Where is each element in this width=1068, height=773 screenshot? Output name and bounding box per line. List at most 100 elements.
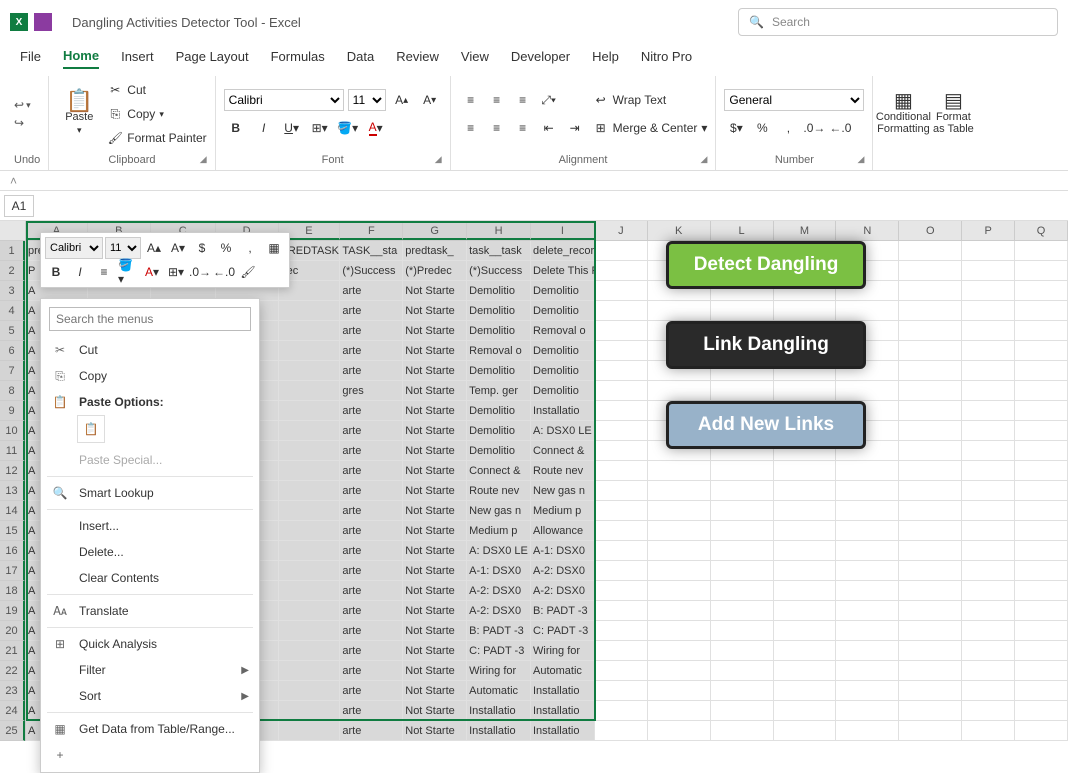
cell[interactable]: Wiring for [531, 641, 595, 661]
cell[interactable] [899, 561, 962, 581]
cell[interactable]: A-2: DSX0 [531, 561, 595, 581]
row-header-22[interactable]: 22 [0, 661, 25, 681]
ctx-more[interactable]: + [41, 742, 259, 768]
cell[interactable] [774, 541, 837, 561]
cell[interactable]: Demolitio [467, 421, 531, 441]
cell[interactable] [1015, 261, 1068, 281]
align-bottom-button[interactable]: ≡ [511, 89, 535, 111]
cell[interactable]: A-1: DSX0 [467, 561, 531, 581]
row-header-16[interactable]: 16 [0, 541, 25, 561]
cell[interactable] [711, 581, 774, 601]
cell[interactable] [774, 561, 837, 581]
row-header-19[interactable]: 19 [0, 601, 25, 621]
border-button[interactable]: ⊞▾ [308, 117, 332, 139]
cell[interactable] [1015, 421, 1068, 441]
row-header-18[interactable]: 18 [0, 581, 25, 601]
ctx-clear[interactable]: Clear Contents [41, 565, 259, 591]
redo-button[interactable]: ↪ [14, 116, 31, 130]
mini-italic[interactable]: I [69, 261, 91, 283]
cell[interactable] [711, 721, 774, 741]
cell[interactable]: A-2: DSX0 [467, 601, 531, 621]
ctx-quick-analysis[interactable]: ⊞Quick Analysis [41, 631, 259, 657]
row-header-6[interactable]: 6 [0, 341, 25, 361]
cell[interactable] [774, 461, 837, 481]
row-header-5[interactable]: 5 [0, 321, 25, 341]
cell[interactable]: Installatio [467, 721, 531, 741]
cell[interactable]: C: PADT -3 [467, 641, 531, 661]
cell[interactable] [1015, 341, 1068, 361]
row-header-14[interactable]: 14 [0, 501, 25, 521]
cell[interactable]: Installatio [531, 401, 595, 421]
col-header-K[interactable]: K [648, 221, 711, 240]
cell[interactable] [595, 461, 648, 481]
cell[interactable]: Connect & [531, 441, 595, 461]
cell[interactable] [648, 521, 711, 541]
cell[interactable] [774, 601, 837, 621]
col-header-L[interactable]: L [711, 221, 774, 240]
cell[interactable] [648, 561, 711, 581]
cell[interactable] [899, 341, 962, 361]
cell[interactable] [648, 701, 711, 721]
cell[interactable]: Demolitio [531, 361, 595, 381]
cell[interactable] [1015, 641, 1068, 661]
cell[interactable] [774, 301, 837, 321]
decrease-font-button[interactable]: A▾ [418, 89, 442, 111]
cell[interactable] [899, 501, 962, 521]
row-header-8[interactable]: 8 [0, 381, 25, 401]
row-headers[interactable]: 1234567891011121314151617181920212223242… [0, 241, 26, 741]
mini-fontcolor[interactable]: A▾ [141, 261, 163, 283]
cell[interactable]: arte [340, 481, 403, 501]
cell[interactable] [279, 721, 341, 741]
cell[interactable]: Not Starte [403, 461, 467, 481]
tab-view[interactable]: View [461, 49, 489, 68]
cell[interactable] [279, 361, 341, 381]
cell[interactable] [1015, 301, 1068, 321]
cell[interactable]: Demolitio [467, 281, 531, 301]
mini-percent[interactable]: % [215, 237, 237, 259]
cell[interactable] [595, 321, 648, 341]
search-box[interactable]: 🔍 Search [738, 8, 1058, 36]
cell[interactable]: Removal o [531, 321, 595, 341]
col-header-G[interactable]: G [403, 221, 467, 240]
cell[interactable] [279, 401, 341, 421]
cell[interactable] [899, 521, 962, 541]
cell[interactable]: C: PADT -3 [531, 621, 595, 641]
cell[interactable]: arte [340, 621, 403, 641]
cell[interactable] [899, 241, 962, 261]
merge-center-button[interactable]: ⊞Merge & Center ▾ [593, 117, 708, 139]
cell[interactable] [774, 621, 837, 641]
cell[interactable]: Not Starte [403, 701, 467, 721]
cell[interactable]: delete_record_flag [531, 241, 595, 261]
cell[interactable] [774, 641, 837, 661]
cell[interactable] [1015, 321, 1068, 341]
cell[interactable] [279, 701, 341, 721]
cell[interactable] [899, 681, 962, 701]
col-header-N[interactable]: N [836, 221, 899, 240]
cell[interactable] [279, 521, 341, 541]
cell[interactable] [279, 621, 341, 641]
cell[interactable] [711, 521, 774, 541]
decrease-decimal-button[interactable]: ←.0 [828, 117, 852, 139]
row-header-13[interactable]: 13 [0, 481, 25, 501]
cell[interactable] [899, 581, 962, 601]
cell[interactable]: Installatio [531, 701, 595, 721]
cell[interactable] [774, 581, 837, 601]
cell[interactable] [836, 501, 899, 521]
cell[interactable] [279, 481, 341, 501]
font-color-button[interactable]: A▾ [364, 117, 388, 139]
cell[interactable] [595, 241, 648, 261]
cell[interactable] [962, 661, 1015, 681]
cell[interactable] [962, 621, 1015, 641]
alignment-launcher[interactable]: ◢ [700, 154, 707, 165]
tab-formulas[interactable]: Formulas [271, 49, 325, 68]
row-header-9[interactable]: 9 [0, 401, 25, 421]
cell[interactable] [1015, 561, 1068, 581]
cell[interactable] [899, 281, 962, 301]
cell[interactable]: Not Starte [403, 661, 467, 681]
cell[interactable] [648, 721, 711, 741]
menu-search-input[interactable] [49, 307, 251, 331]
mini-dec-inc[interactable]: .0→ [189, 261, 211, 283]
tab-data[interactable]: Data [347, 49, 374, 68]
cell[interactable] [1015, 401, 1068, 421]
cell[interactable] [899, 381, 962, 401]
